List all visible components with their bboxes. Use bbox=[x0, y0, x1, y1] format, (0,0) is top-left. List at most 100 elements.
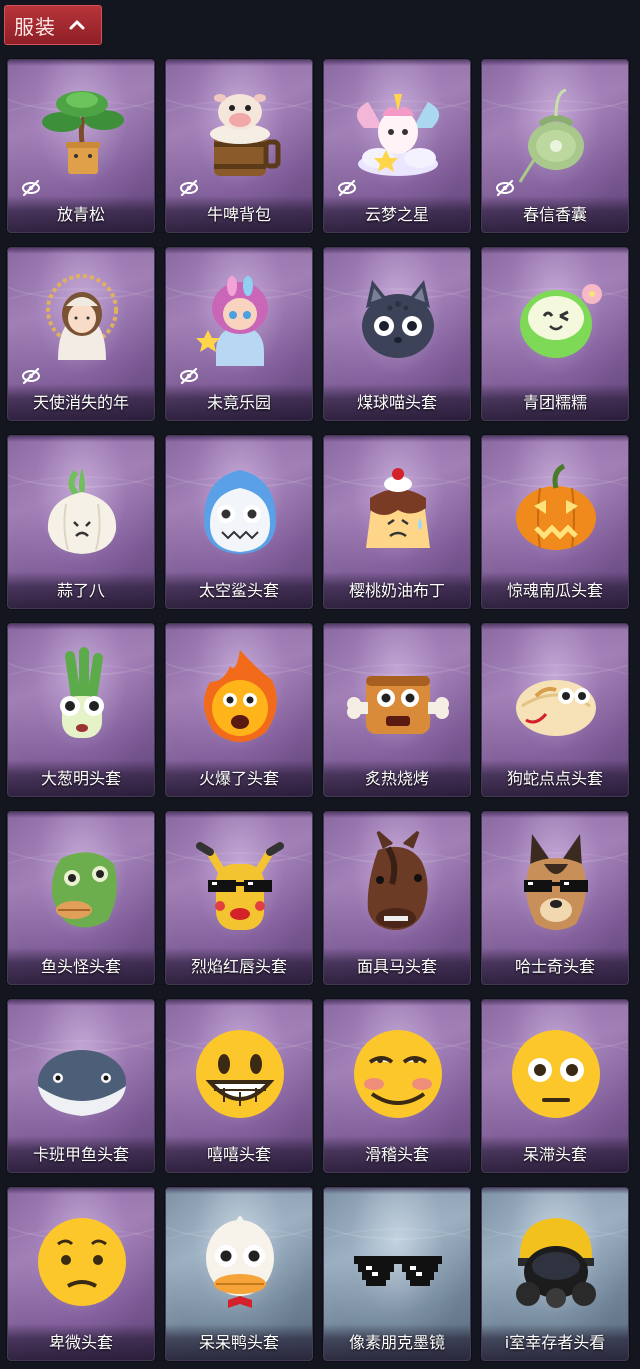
chevron-up-icon bbox=[69, 20, 85, 30]
card-frame bbox=[324, 436, 470, 442]
card-frame bbox=[8, 248, 154, 254]
costume-name: 卑微头套 bbox=[48, 1333, 113, 1352]
category-tab-costume[interactable]: 服装 bbox=[4, 5, 102, 45]
card-frame bbox=[8, 812, 154, 818]
costume-name: 像素朋克墨镜 bbox=[348, 1333, 445, 1352]
costume-card[interactable]: 牛啤背包 bbox=[165, 59, 313, 233]
costume-card[interactable]: 太空鲨头套 bbox=[165, 435, 313, 609]
costume-name: 青团糯糯 bbox=[522, 393, 587, 412]
funny-emoji-image bbox=[354, 1030, 442, 1118]
costume-card[interactable]: 嘻嘻头套 bbox=[165, 999, 313, 1173]
card-frame bbox=[8, 624, 154, 630]
pink-hair-doll-image bbox=[196, 276, 268, 366]
eye-off-icon bbox=[496, 179, 514, 197]
card-frame bbox=[324, 1000, 470, 1006]
costume-card[interactable]: 青团糯糯 bbox=[481, 247, 629, 421]
costume-card[interactable]: 卡班甲鱼头套 bbox=[7, 999, 155, 1173]
pudding-image bbox=[366, 468, 430, 548]
card-frame bbox=[324, 812, 470, 818]
costume-card[interactable]: 烈焰红唇头套 bbox=[165, 811, 313, 985]
shark-head-image bbox=[204, 470, 276, 554]
costume-card[interactable]: 天使消失的年 bbox=[7, 247, 155, 421]
fish-mask-image bbox=[51, 852, 117, 928]
costume-name: 樱桃奶油布丁 bbox=[348, 581, 445, 600]
card-frame bbox=[324, 248, 470, 254]
costume-name: 火爆了头套 bbox=[198, 769, 279, 788]
garlic-image bbox=[47, 468, 117, 554]
card-frame bbox=[8, 436, 154, 442]
pumpkin-image bbox=[516, 463, 596, 550]
pixel-sunglasses-image bbox=[354, 1256, 442, 1286]
horse-mask-image bbox=[367, 830, 428, 930]
costume-card[interactable]: 滑稽头套 bbox=[323, 999, 471, 1173]
costume-grid: 放青松 牛啤背包 云梦之星 春信香囊 天使消失的年 未竟乐园 煤球喵头套 青团糯… bbox=[0, 56, 640, 1369]
card-frame bbox=[482, 812, 628, 818]
yellow-mask-image bbox=[196, 842, 284, 930]
duck-head-image bbox=[206, 1216, 274, 1308]
category-tab-label: 服装 bbox=[14, 14, 56, 39]
eye-off-icon bbox=[22, 367, 40, 385]
eye-off-icon bbox=[22, 179, 40, 197]
card-frame bbox=[482, 624, 628, 630]
costume-card[interactable]: 樱桃奶油布丁 bbox=[323, 435, 471, 609]
card-frame bbox=[166, 624, 312, 630]
stare-emoji-image bbox=[512, 1030, 600, 1118]
costume-card[interactable]: 惊魂南瓜头套 bbox=[481, 435, 629, 609]
costume-card[interactable]: 大葱明头套 bbox=[7, 623, 155, 797]
snake-bun-image bbox=[516, 680, 596, 736]
unicorn-cloud-image bbox=[356, 94, 440, 176]
card-frame bbox=[482, 1188, 628, 1194]
costume-name: 呆滞头套 bbox=[522, 1145, 587, 1164]
costume-name: 哈士奇头套 bbox=[514, 957, 595, 976]
costume-name: 呆呆鸭头套 bbox=[198, 1333, 279, 1352]
costume-name: 蒜了八 bbox=[56, 581, 105, 600]
costume-card[interactable]: 炙热烧烤 bbox=[323, 623, 471, 797]
costume-card[interactable]: 面具马头套 bbox=[323, 811, 471, 985]
card-frame bbox=[8, 60, 154, 66]
card-frame bbox=[324, 60, 470, 66]
whale-head-image bbox=[38, 1050, 126, 1116]
card-frame bbox=[166, 1000, 312, 1006]
costume-card[interactable]: 哈士奇头套 bbox=[481, 811, 629, 985]
costume-card[interactable]: i室幸存者头看 bbox=[481, 1187, 629, 1361]
costume-name: 鱼头怪头套 bbox=[40, 957, 121, 976]
bonsai-image bbox=[42, 91, 124, 174]
card-frame bbox=[166, 1188, 312, 1194]
costume-name: 大葱明头套 bbox=[40, 769, 121, 788]
scallion-image bbox=[60, 647, 104, 738]
costume-name: 嘻嘻头套 bbox=[206, 1145, 271, 1164]
card-frame bbox=[324, 1188, 470, 1194]
costume-card[interactable]: 呆滞头套 bbox=[481, 999, 629, 1173]
costume-card[interactable]: 春信香囊 bbox=[481, 59, 629, 233]
costume-name: 放青松 bbox=[56, 205, 105, 224]
costume-card[interactable]: 像素朋克墨镜 bbox=[323, 1187, 471, 1361]
dog-mask-image bbox=[524, 834, 588, 930]
grilled-meat-image bbox=[347, 676, 449, 734]
costume-card[interactable]: 云梦之星 bbox=[323, 59, 471, 233]
card-frame bbox=[482, 1000, 628, 1006]
costume-card[interactable]: 鱼头怪头套 bbox=[7, 811, 155, 985]
grin-emoji-image bbox=[196, 1030, 284, 1118]
costume-card[interactable]: 呆呆鸭头套 bbox=[165, 1187, 313, 1361]
eye-off-icon bbox=[338, 179, 356, 197]
cat-head-image bbox=[362, 280, 434, 358]
costume-card[interactable]: 未竟乐园 bbox=[165, 247, 313, 421]
costume-card[interactable]: 卑微头套 bbox=[7, 1187, 155, 1361]
card-frame bbox=[166, 248, 312, 254]
humble-emoji-image bbox=[38, 1218, 126, 1306]
costume-card[interactable]: 火爆了头套 bbox=[165, 623, 313, 797]
card-frame bbox=[166, 436, 312, 442]
costume-card[interactable]: 蒜了八 bbox=[7, 435, 155, 609]
costume-card[interactable]: 放青松 bbox=[7, 59, 155, 233]
cow-barrel-image bbox=[210, 94, 281, 176]
costume-name: 面具马头套 bbox=[356, 957, 437, 976]
costume-name: 卡班甲鱼头套 bbox=[32, 1145, 129, 1164]
card-frame bbox=[8, 1188, 154, 1194]
sachet-image bbox=[518, 88, 584, 183]
card-frame bbox=[166, 812, 312, 818]
costume-name: 惊魂南瓜头套 bbox=[506, 581, 603, 600]
card-frame bbox=[482, 60, 628, 66]
costume-name: 煤球喵头套 bbox=[356, 393, 437, 412]
costume-card[interactable]: 煤球喵头套 bbox=[323, 247, 471, 421]
costume-card[interactable]: 狗蛇点点头套 bbox=[481, 623, 629, 797]
